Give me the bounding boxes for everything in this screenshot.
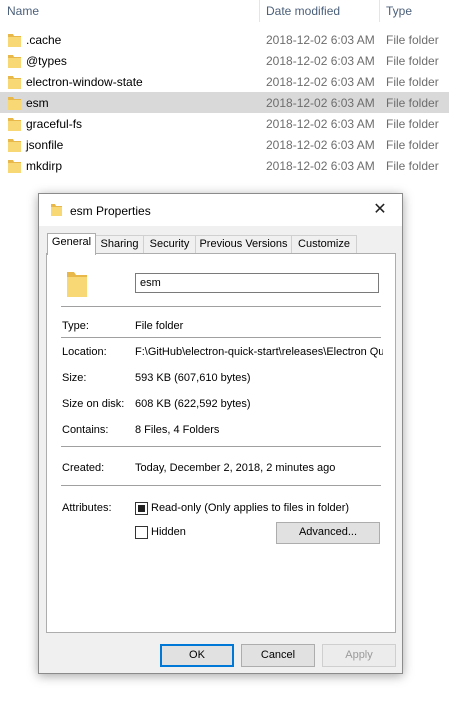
hidden-checkbox[interactable]: [135, 526, 148, 539]
list-item[interactable]: electron-window-state 2018-12-02 6:03 AM…: [0, 71, 449, 92]
type-value: File folder: [135, 320, 184, 332]
created-label: Created:: [62, 462, 105, 474]
file-type: File folder: [386, 54, 439, 68]
file-name: electron-window-state: [26, 75, 143, 89]
contains-value: 8 Files, 4 Folders: [135, 424, 220, 436]
file-type: File folder: [386, 75, 439, 89]
file-rows: .cache 2018-12-02 6:03 AM File folder @t…: [0, 29, 449, 176]
column-divider[interactable]: [379, 0, 380, 22]
file-date: 2018-12-02 6:03 AM: [266, 96, 375, 110]
folder-icon: [8, 118, 21, 131]
file-date: 2018-12-02 6:03 AM: [266, 33, 375, 47]
folder-icon: [8, 139, 21, 152]
divider: [61, 306, 381, 307]
dialog-title: esm Properties: [70, 204, 151, 218]
sort-caret-icon: ^: [125, 0, 129, 4]
divider: [61, 485, 381, 486]
cancel-button[interactable]: Cancel: [241, 644, 315, 667]
file-name: mkdirp: [26, 159, 63, 173]
ok-button[interactable]: OK: [160, 644, 234, 667]
folder-name-input[interactable]: [135, 273, 379, 293]
divider: [61, 446, 381, 447]
folder-icon: [8, 76, 21, 89]
column-divider[interactable]: [259, 0, 260, 22]
readonly-checkbox-label[interactable]: Read-only (Only applies to files in fold…: [151, 502, 349, 514]
folder-icon: [51, 204, 62, 216]
list-item[interactable]: graceful-fs 2018-12-02 6:03 AM File fold…: [0, 113, 449, 134]
contains-label: Contains:: [62, 424, 109, 436]
close-icon[interactable]: ✕: [358, 194, 402, 226]
folder-icon: [8, 34, 21, 47]
list-item[interactable]: @types 2018-12-02 6:03 AM File folder: [0, 50, 449, 71]
tab-customize[interactable]: Customize: [291, 235, 357, 254]
size-value: 593 KB (607,610 bytes): [135, 372, 251, 384]
hidden-checkbox-label[interactable]: Hidden: [151, 526, 186, 538]
file-type: File folder: [386, 138, 439, 152]
column-header-date[interactable]: Date modified: [266, 4, 340, 18]
column-header-type[interactable]: Type: [386, 4, 412, 18]
file-date: 2018-12-02 6:03 AM: [266, 159, 375, 173]
file-name: .cache: [26, 33, 62, 47]
tab-sharing[interactable]: Sharing: [95, 235, 144, 254]
tab-general[interactable]: General: [47, 233, 96, 255]
dialog-titlebar[interactable]: esm Properties ✕: [39, 194, 402, 226]
column-header-bar: Name ^ Date modified Type: [0, 0, 449, 22]
file-date: 2018-12-02 6:03 AM: [266, 117, 375, 131]
list-item[interactable]: .cache 2018-12-02 6:03 AM File folder: [0, 29, 449, 50]
location-value: F:\GitHub\electron-quick-start\releases\…: [135, 346, 383, 358]
folder-large-icon: [67, 272, 87, 297]
file-name: esm: [26, 96, 49, 110]
file-name: jsonfile: [26, 138, 64, 152]
list-item[interactable]: mkdirp 2018-12-02 6:03 AM File folder: [0, 155, 449, 176]
size-on-disk-label: Size on disk:: [62, 398, 125, 410]
folder-icon: [8, 97, 21, 110]
size-on-disk-value: 608 KB (622,592 bytes): [135, 398, 251, 410]
folder-icon: [8, 55, 21, 68]
file-date: 2018-12-02 6:03 AM: [266, 54, 375, 68]
file-type: File folder: [386, 96, 439, 110]
folder-icon: [8, 160, 21, 173]
created-value: Today, December 2, 2018, 2 minutes ago: [135, 462, 336, 474]
file-type: File folder: [386, 159, 439, 173]
apply-button[interactable]: Apply: [322, 644, 396, 667]
file-type: File folder: [386, 33, 439, 47]
column-header-name[interactable]: Name: [7, 4, 39, 18]
readonly-checkbox[interactable]: [135, 502, 148, 515]
tab-previous-versions[interactable]: Previous Versions: [195, 235, 292, 254]
general-tab-panel: Type: File folder Location: F:\GitHub\el…: [46, 253, 396, 633]
list-item-selected[interactable]: esm 2018-12-02 6:03 AM File folder: [0, 92, 449, 113]
tab-security[interactable]: Security: [143, 235, 196, 254]
file-date: 2018-12-02 6:03 AM: [266, 138, 375, 152]
file-list: Name ^ Date modified Type .cache 2018-12…: [0, 0, 449, 185]
advanced-button[interactable]: Advanced...: [276, 522, 380, 544]
file-name: @types: [26, 54, 67, 68]
file-type: File folder: [386, 117, 439, 131]
properties-dialog: esm Properties ✕ General Sharing Securit…: [38, 193, 403, 674]
type-label: Type:: [62, 320, 89, 332]
list-item[interactable]: jsonfile 2018-12-02 6:03 AM File folder: [0, 134, 449, 155]
location-label: Location:: [62, 346, 107, 358]
divider: [61, 337, 381, 338]
size-label: Size:: [62, 372, 87, 384]
attributes-label: Attributes:: [62, 502, 112, 514]
file-date: 2018-12-02 6:03 AM: [266, 75, 375, 89]
file-name: graceful-fs: [26, 117, 83, 131]
